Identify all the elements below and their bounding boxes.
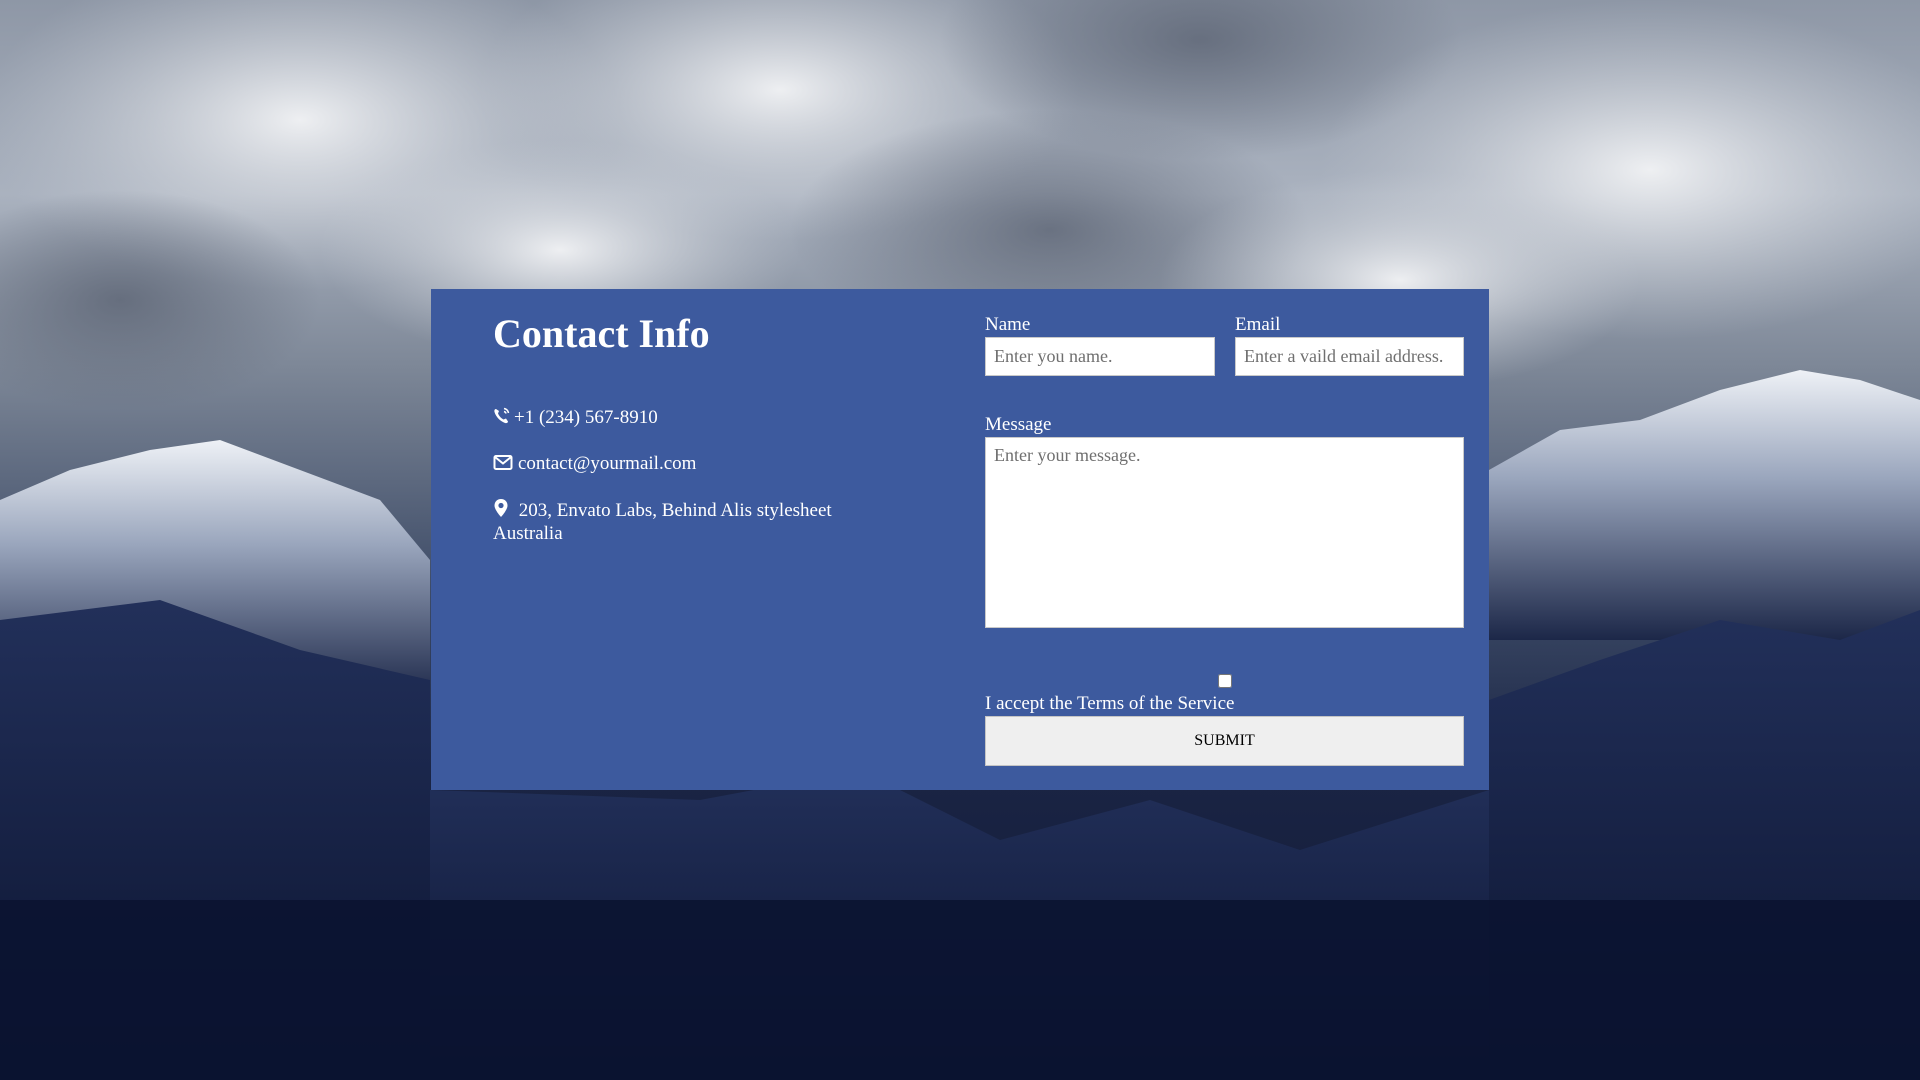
contact-info-panel: Contact Info +1 (234) 567-8910 contact@y… xyxy=(493,311,973,544)
email-input[interactable] xyxy=(1235,337,1464,376)
email-text: contact@yourmail.com xyxy=(518,453,697,474)
phone-text: +1 (234) 567-8910 xyxy=(514,407,658,428)
map-marker-icon xyxy=(493,498,511,518)
phone-icon xyxy=(493,406,511,426)
address-line-1: 203, Envato Labs, Behind Alis stylesheet xyxy=(518,500,832,521)
envelope-icon xyxy=(493,452,513,472)
contact-card: Contact Info +1 (234) 567-8910 contact@y… xyxy=(431,289,1489,790)
terms-checkbox[interactable] xyxy=(1218,674,1232,688)
terms-label: I accept the Terms of the Service xyxy=(985,693,1235,714)
contact-info-title: Contact Info xyxy=(493,311,710,356)
email-label: Email xyxy=(1235,314,1281,335)
name-input[interactable] xyxy=(985,337,1215,376)
message-label: Message xyxy=(985,414,1052,435)
phone-row: +1 (234) 567-8910 xyxy=(493,406,933,429)
name-label: Name xyxy=(985,314,1031,335)
email-row: contact@yourmail.com xyxy=(493,452,933,475)
message-textarea[interactable] xyxy=(985,437,1464,628)
address-row: 203, Envato Labs, Behind Alis stylesheet… xyxy=(493,498,933,545)
address-line-2: Australia xyxy=(493,523,563,544)
submit-button[interactable]: SUBMIT xyxy=(985,716,1464,766)
